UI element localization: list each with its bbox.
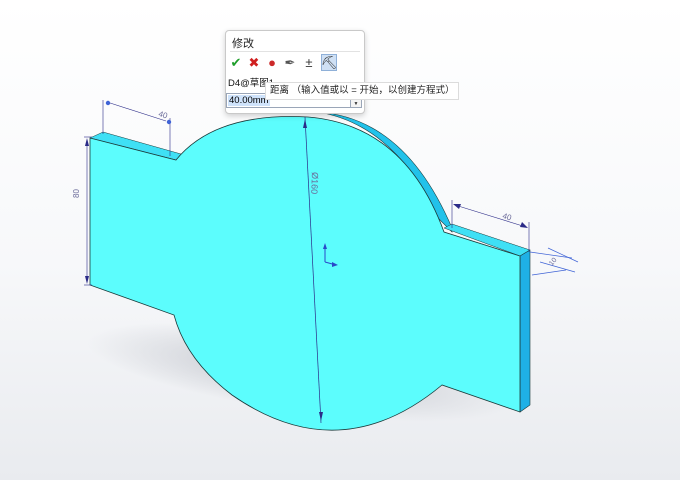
modify-dialog[interactable]: 修改 ✔ ✖ ● ✒ ± ⛏ D4@草图1 40.00mm ▲ ▼ <box>225 30 365 114</box>
rebuild-traffic-light-icon[interactable]: ● <box>264 54 280 71</box>
value-hint-tooltip: 距离 （输入值或以 = 开始，以创建方程式） <box>265 82 460 100</box>
ok-check-icon[interactable]: ✔ <box>228 54 244 71</box>
part-front-face <box>89 116 521 431</box>
dimension-right-depth[interactable]: 10 <box>529 247 579 276</box>
dimension-text-diameter: Ø160 <box>309 172 320 194</box>
mark-dimension-icon[interactable]: ⛏ <box>321 54 337 71</box>
dimension-left-height[interactable]: 80 <box>72 136 92 286</box>
dialog-title-divider <box>230 51 360 52</box>
save-pin-icon[interactable]: ✒ <box>282 54 298 71</box>
cancel-x-icon[interactable]: ✖ <box>246 54 262 71</box>
dialog-title: 修改 <box>232 38 254 50</box>
dimension-text-right-width: 40 <box>501 211 513 222</box>
reset-spin-icon[interactable]: ± <box>301 54 317 71</box>
dimension-text-right-depth: 10 <box>548 257 558 268</box>
part-right-end-face <box>519 249 531 413</box>
spin-down-icon[interactable]: ▼ <box>351 101 361 108</box>
dimension-value-text[interactable]: 40.00mm <box>228 95 270 106</box>
dimension-text-left-height: 80 <box>72 189 81 198</box>
